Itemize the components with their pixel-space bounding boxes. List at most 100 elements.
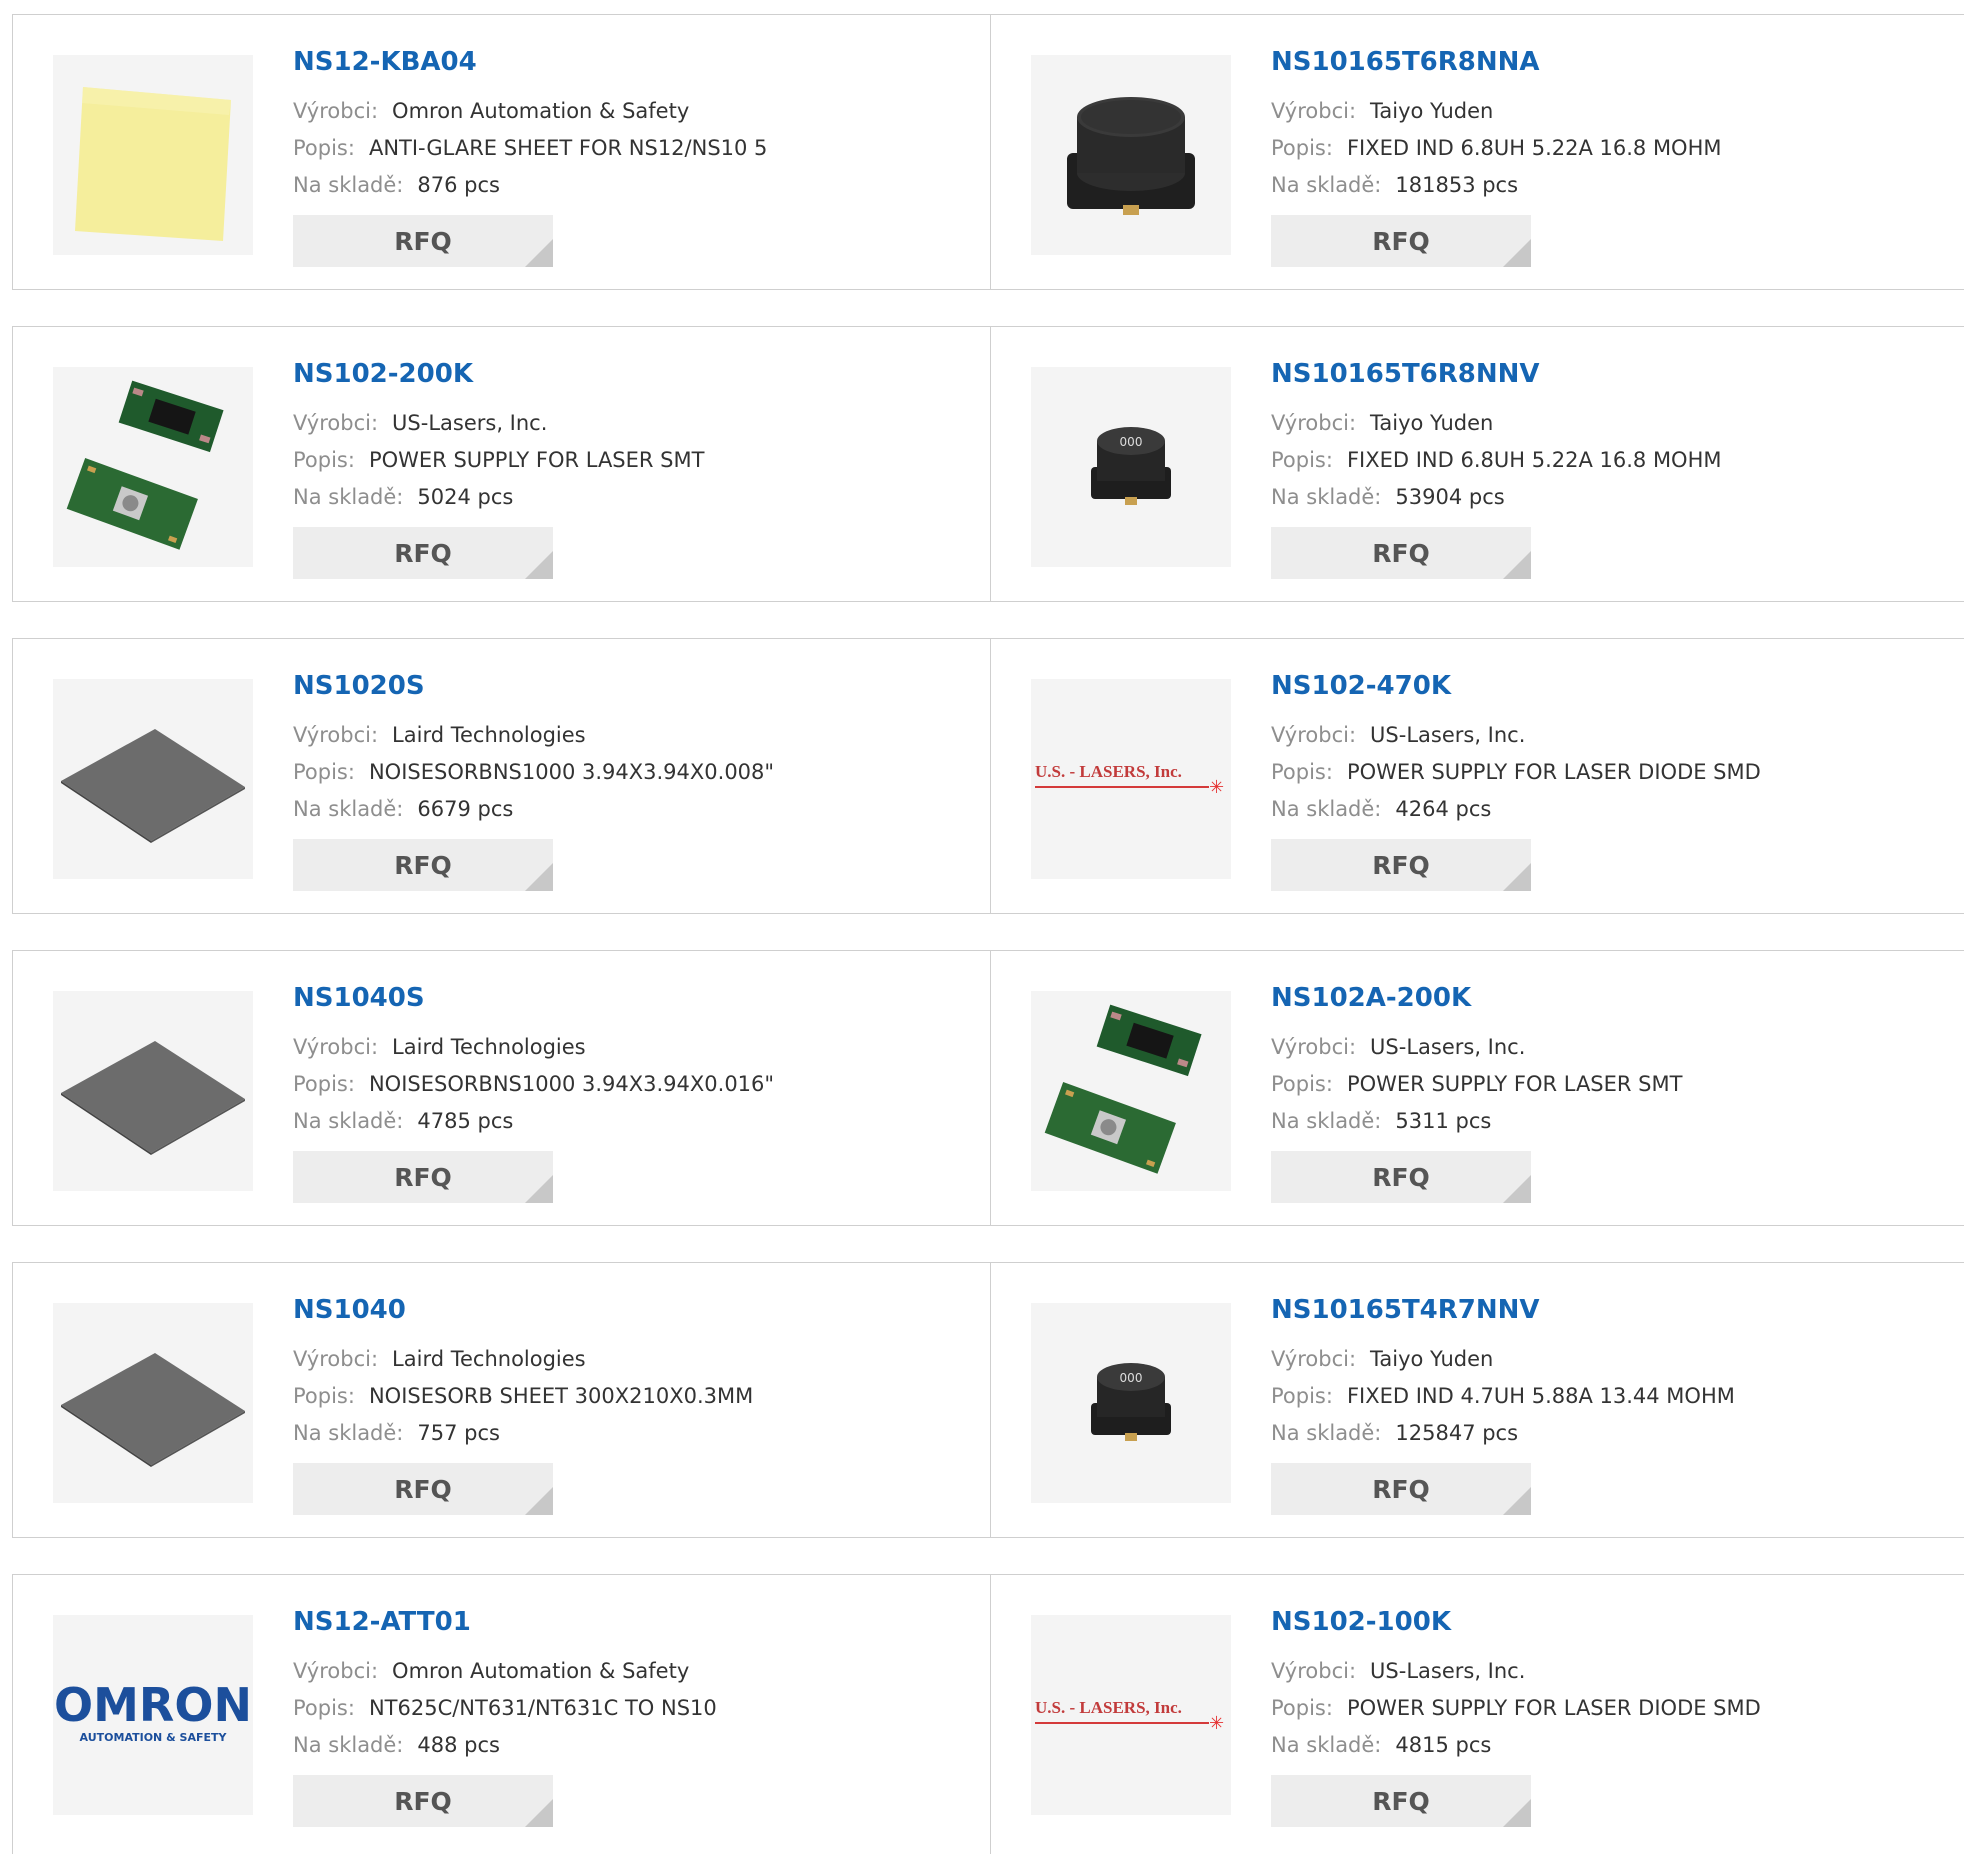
stock-label: Na skladě: [1271, 797, 1382, 821]
laser-star-icon: ✳ [1209, 1713, 1224, 1734]
pcb-modules-image[interactable] [1031, 991, 1231, 1191]
stock-value: 876 pcs [417, 173, 500, 197]
svg-text:000: 000 [1120, 435, 1143, 449]
part-number-link[interactable]: NS1020S [293, 671, 425, 701]
stock-value: 5024 pcs [417, 485, 514, 509]
rfq-button-label: RFQ [394, 226, 452, 256]
part-number-link[interactable]: NS102-470K [1271, 671, 1451, 701]
stock-line: Na skladě: 4815 pcs [1271, 1733, 1491, 1757]
stock-label: Na skladě: [1271, 1733, 1382, 1757]
omron-logo-subtitle: AUTOMATION & SAFETY [80, 1731, 228, 1744]
corner-triangle-icon [525, 1487, 553, 1515]
part-number-link[interactable]: NS12-ATT01 [293, 1607, 471, 1637]
small-inductor-image[interactable]: 000 [1031, 367, 1231, 567]
manufacturer-line: Výrobci: Omron Automation & Safety [293, 99, 689, 123]
stock-value: 6679 pcs [417, 797, 514, 821]
part-number-link[interactable]: NS10165T6R8NNV [1271, 359, 1540, 389]
us-lasers-logo[interactable]: U.S. - LASERS, Inc. ✳ [1031, 679, 1231, 879]
pcb-modules-image[interactable] [53, 367, 253, 567]
manufacturer-line: Výrobci: Taiyo Yuden [1271, 1347, 1493, 1371]
rfq-button-label: RFQ [1372, 1786, 1430, 1816]
large-inductor-image[interactable] [1031, 55, 1231, 255]
manufacturer-value: Laird Technologies [392, 1347, 586, 1371]
stock-value: 4815 pcs [1395, 1733, 1492, 1757]
manufacturer-line: Výrobci: Omron Automation & Safety [293, 1659, 689, 1683]
stock-line: Na skladě: 6679 pcs [293, 797, 513, 821]
stock-label: Na skladě: [293, 1733, 404, 1757]
stock-value: 125847 pcs [1395, 1421, 1519, 1445]
rfq-button[interactable]: RFQ [293, 215, 553, 267]
rfq-button[interactable]: RFQ [293, 1463, 553, 1515]
description-line: Popis: NT625C/NT631/NT631C TO NS10 [293, 1696, 717, 1720]
part-number-link[interactable]: NS10165T6R8NNA [1271, 47, 1540, 77]
part-number-link[interactable]: NS102-100K [1271, 1607, 1451, 1637]
stock-value: 488 pcs [417, 1733, 500, 1757]
description-line: Popis: POWER SUPPLY FOR LASER DIODE SMD [1271, 1696, 1761, 1720]
rfq-button[interactable]: RFQ [1271, 839, 1531, 891]
small-inductor-image[interactable]: 000 [1031, 1303, 1231, 1503]
us-lasers-logo-text: U.S. - LASERS, Inc. [1035, 1698, 1182, 1717]
part-number-link[interactable]: NS10165T4R7NNV [1271, 1295, 1540, 1325]
stock-line: Na skladě: 125847 pcs [1271, 1421, 1518, 1445]
product-card: NS1040 Výrobci: Laird Technologies Popis: NO… [13, 1263, 991, 1537]
stock-label: Na skladě: [293, 797, 404, 821]
manufacturer-line: Výrobci: Laird Technologies [293, 1347, 586, 1371]
stock-line: Na skladě: 4264 pcs [1271, 797, 1491, 821]
corner-triangle-icon [1503, 239, 1531, 267]
part-number-link[interactable]: NS102-200K [293, 359, 473, 389]
manufacturer-label: Výrobci: [293, 99, 379, 123]
gray-sheet-image[interactable] [53, 991, 253, 1191]
rfq-button[interactable]: RFQ [293, 1151, 553, 1203]
rfq-button-label: RFQ [1372, 226, 1430, 256]
rfq-button[interactable]: RFQ [1271, 1775, 1531, 1827]
laser-star-icon: ✳ [1209, 777, 1224, 798]
yellow-sheet-image[interactable] [53, 55, 253, 255]
gray-sheet-image[interactable] [53, 679, 253, 879]
stock-label: Na skladě: [1271, 1421, 1382, 1445]
manufacturer-line: Výrobci: Taiyo Yuden [1271, 411, 1493, 435]
description-label: Popis: [293, 1696, 355, 1720]
us-lasers-logo[interactable]: U.S. - LASERS, Inc. ✳ [1031, 1615, 1231, 1815]
rfq-button-label: RFQ [394, 1474, 452, 1504]
omron-logo[interactable]: OMRON AUTOMATION & SAFETY [53, 1615, 253, 1815]
manufacturer-label: Výrobci: [1271, 99, 1357, 123]
corner-triangle-icon [525, 551, 553, 579]
product-card: NS12-KBA04 Výrobci: Omron Automation & Saf… [13, 15, 991, 289]
corner-triangle-icon [1503, 1799, 1531, 1827]
part-number-link[interactable]: NS1040 [293, 1295, 406, 1325]
part-number-link[interactable]: NS1040S [293, 983, 425, 1013]
description-line: Popis: POWER SUPPLY FOR LASER SMT [1271, 1072, 1682, 1096]
product-card: 000 NS10165T4R7NNV Výrobci: Taiyo Yuden Popi… [991, 1263, 1964, 1537]
corner-triangle-icon [525, 1799, 553, 1827]
rfq-button[interactable]: RFQ [293, 839, 553, 891]
description-value: POWER SUPPLY FOR LASER SMT [1346, 1072, 1683, 1096]
product-card: U.S. - LASERS, Inc. ✳ NS102-100K Výrobci: US… [991, 1575, 1964, 1854]
rfq-button[interactable]: RFQ [1271, 1151, 1531, 1203]
product-card: NS102-200K Výrobci: US-Lasers, Inc. Popis: P… [13, 327, 991, 601]
gray-sheet-image[interactable] [53, 1303, 253, 1503]
manufacturer-value: US-Lasers, Inc. [392, 411, 548, 435]
manufacturer-line: Výrobci: Taiyo Yuden [1271, 99, 1493, 123]
stock-label: Na skladě: [1271, 1109, 1382, 1133]
rfq-button[interactable]: RFQ [1271, 215, 1531, 267]
part-number-link[interactable]: NS102A-200K [1271, 983, 1471, 1013]
description-value: NOISESORBNS1000 3.94X3.94X0.008" [368, 760, 775, 784]
manufacturer-line: Výrobci: US-Lasers, Inc. [1271, 723, 1525, 747]
stock-line: Na skladě: 488 pcs [293, 1733, 500, 1757]
corner-triangle-icon [525, 239, 553, 267]
stock-label: Na skladě: [1271, 485, 1382, 509]
part-number-link[interactable]: NS12-KBA04 [293, 47, 477, 77]
rfq-button[interactable]: RFQ [293, 1775, 553, 1827]
rfq-button[interactable]: RFQ [1271, 1463, 1531, 1515]
rfq-button[interactable]: RFQ [293, 527, 553, 579]
stock-line: Na skladě: 757 pcs [293, 1421, 500, 1445]
description-value: POWER SUPPLY FOR LASER DIODE SMD [1346, 1696, 1761, 1720]
manufacturer-label: Výrobci: [293, 1035, 379, 1059]
rfq-button-label: RFQ [394, 1786, 452, 1816]
description-value: NOISESORBNS1000 3.94X3.94X0.016" [368, 1072, 775, 1096]
rfq-button[interactable]: RFQ [1271, 527, 1531, 579]
svg-text:000: 000 [1120, 1371, 1143, 1385]
stock-line: Na skladě: 53904 pcs [1271, 485, 1505, 509]
rfq-button-label: RFQ [1372, 1474, 1430, 1504]
description-line: Popis: POWER SUPPLY FOR LASER DIODE SMD [1271, 760, 1761, 784]
